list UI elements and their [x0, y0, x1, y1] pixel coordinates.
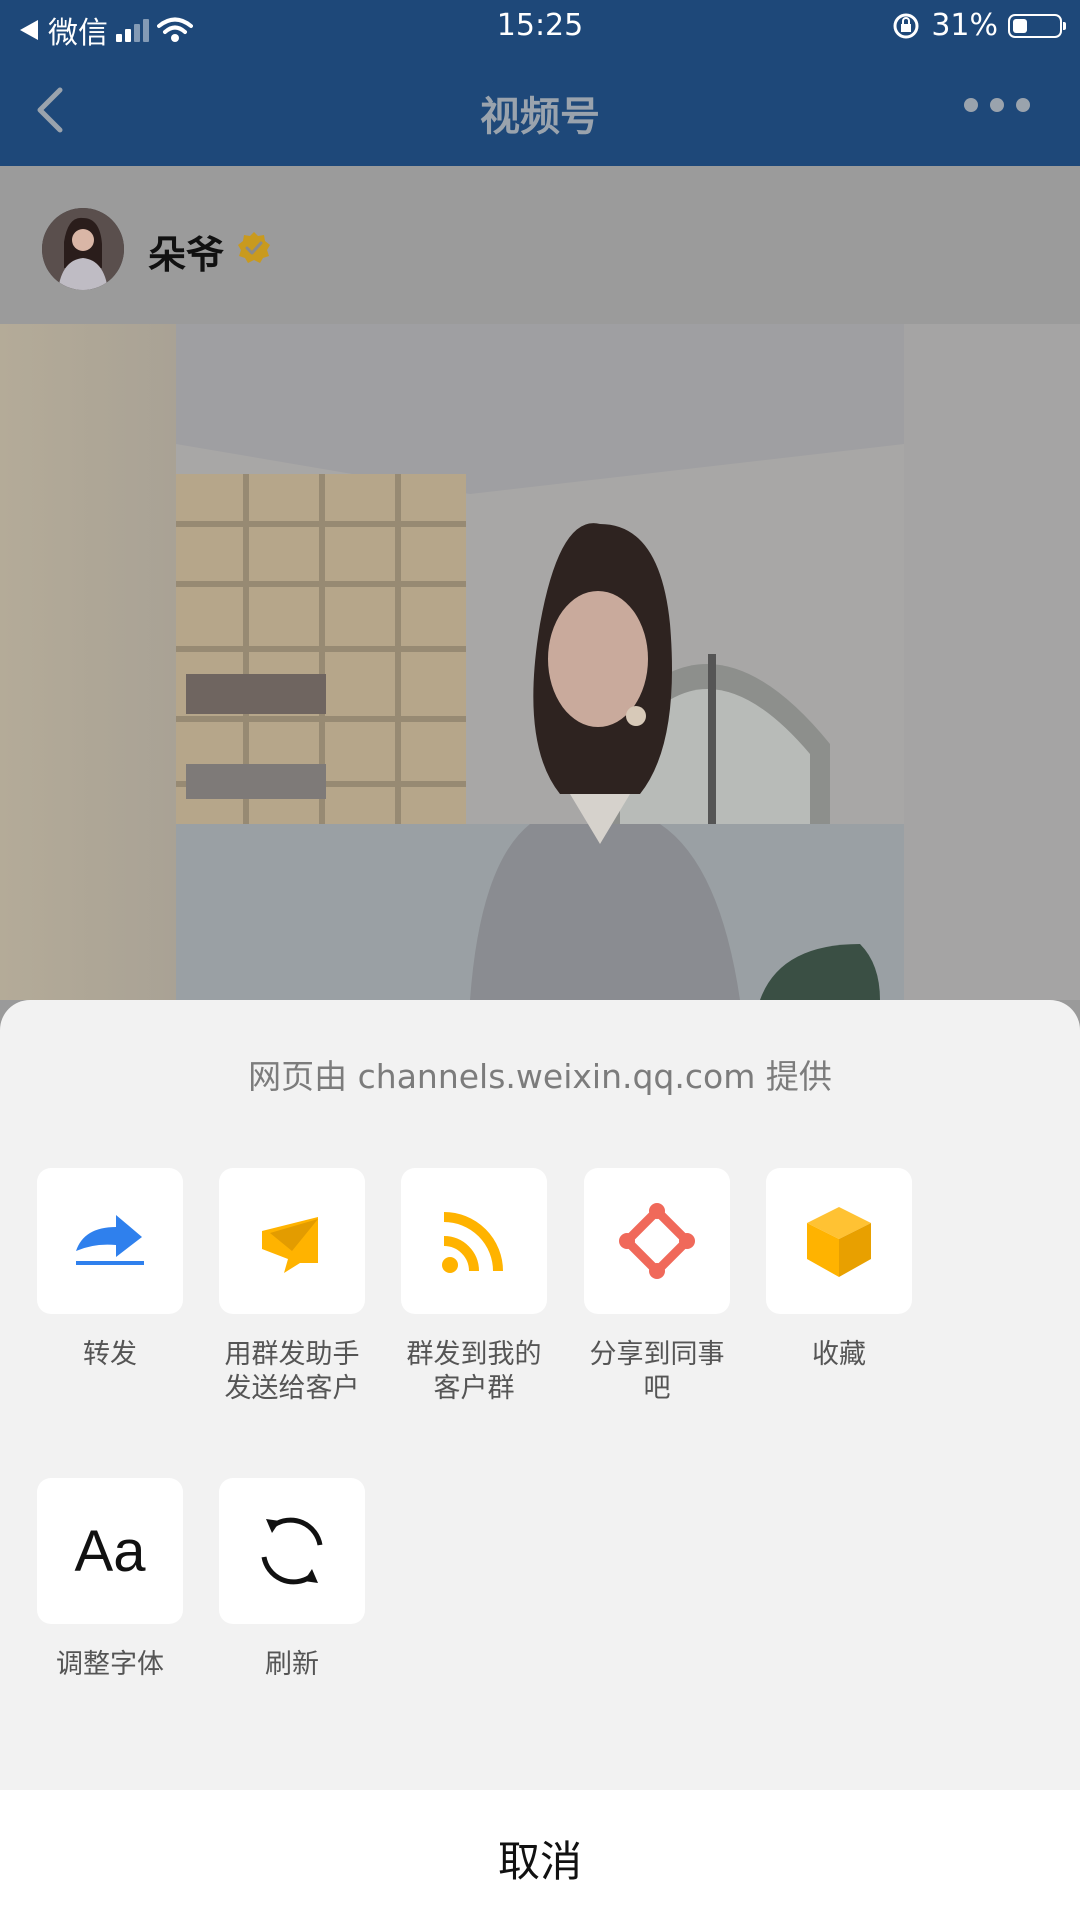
font-size-icon: Aa [74, 1518, 146, 1584]
author-row: 朵爷 [0, 166, 1080, 324]
title-bar: 微信 15:25 31% 视频号 [0, 0, 1080, 166]
action-tile[interactable] [37, 1168, 183, 1314]
rotation-lock-icon [893, 13, 919, 38]
action-refresh[interactable]: 刷新 [219, 1478, 365, 1682]
action-label: 转发 [83, 1339, 137, 1370]
battery-percent: 31% [931, 8, 998, 43]
author-name[interactable]: 朵爷 [148, 224, 224, 279]
avatar[interactable] [42, 208, 124, 290]
video-preview[interactable] [0, 324, 1080, 1000]
status-bar: 微信 15:25 31% [0, 0, 1080, 54]
action-group-send-assistant[interactable]: 用群发助手发送给客户 [219, 1168, 365, 1406]
rss-icon [442, 1212, 503, 1273]
more-options-icon[interactable] [964, 98, 1030, 112]
navigation-bar: 视频号 [0, 54, 1080, 166]
cube-icon [807, 1207, 871, 1277]
cancel-button[interactable]: 取消 [0, 1790, 1080, 1920]
action-label: 收藏 [812, 1339, 866, 1370]
action-forward[interactable]: 转发 [37, 1168, 183, 1372]
action-font-size[interactable]: Aa 调整字体 [37, 1478, 183, 1682]
action-tile[interactable]: Aa [37, 1478, 183, 1624]
provider-text: 网页由 channels.weixin.qq.com 提供 [248, 1057, 832, 1096]
refresh-icon [261, 1517, 323, 1585]
action-label: 用群发助手发送给客户 [224, 1339, 360, 1404]
action-favorite[interactable]: 收藏 [766, 1168, 912, 1372]
action-label: 调整字体 [56, 1649, 164, 1680]
action-label: 分享到同事吧 [589, 1339, 725, 1404]
action-label: 群发到我的客户群 [406, 1339, 542, 1404]
action-tile[interactable] [766, 1168, 912, 1314]
forward-icon [76, 1215, 144, 1265]
action-tile[interactable] [401, 1168, 547, 1314]
action-tile[interactable] [219, 1478, 365, 1624]
send-icon [262, 1217, 318, 1273]
battery-icon [1008, 13, 1066, 38]
action-tile[interactable] [219, 1168, 365, 1314]
action-label: 刷新 [265, 1649, 319, 1680]
verified-badge-icon [238, 232, 270, 263]
colleague-share-icon [619, 1203, 695, 1279]
action-group-send-customer[interactable]: 群发到我的客户群 [401, 1168, 547, 1406]
action-share-colleague[interactable]: 分享到同事吧 [584, 1168, 730, 1406]
cancel-label: 取消 [497, 1837, 582, 1886]
share-sheet: 网页由 channels.weixin.qq.com 提供 转发 用群发助手发送… [0, 1000, 1080, 1920]
page-title: 视频号 [480, 94, 600, 140]
action-tile[interactable] [584, 1168, 730, 1314]
